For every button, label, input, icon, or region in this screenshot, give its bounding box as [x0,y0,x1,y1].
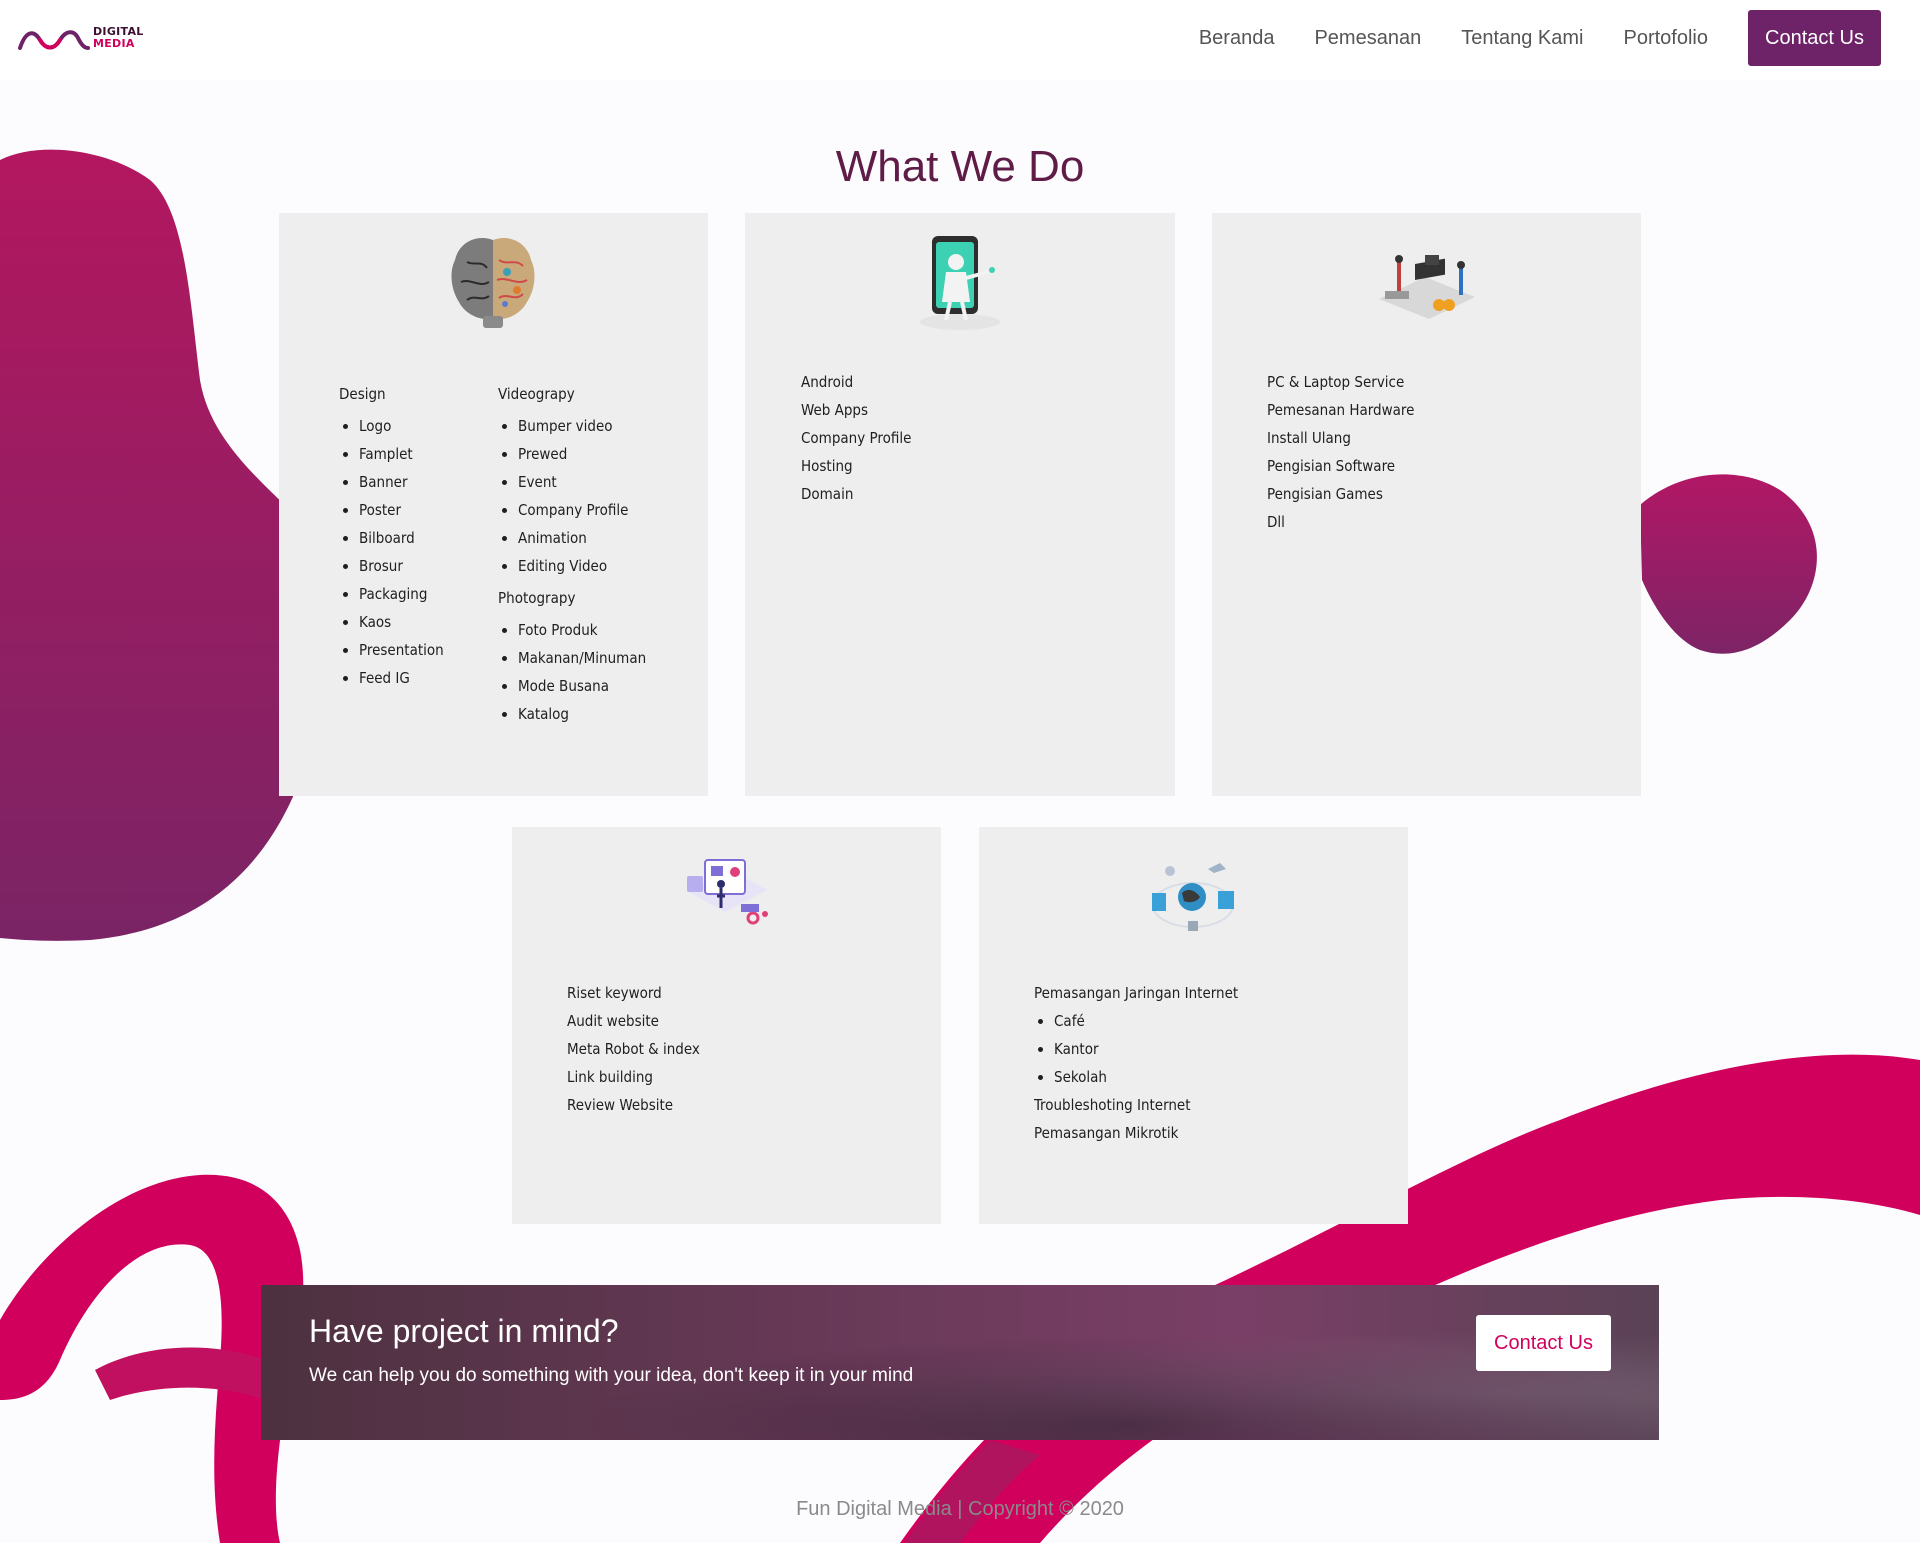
list-item: Review Website [567,1096,674,1114]
list-item: Makanan/Minuman [518,644,646,672]
list-item: Presentation [359,636,444,664]
network-heading: Pemasangan Jaringan Internet [1034,984,1239,1002]
list-item: Logo [359,412,444,440]
right-blob-shape [1640,474,1817,654]
list-item: Troubleshoting Internet [1034,1096,1191,1114]
network-card: Pemasangan Jaringan Internet Café Kantor… [979,827,1408,1224]
list-item: Banner [359,468,444,496]
list-item: Brosur [359,552,444,580]
list-item: Feed IG [359,664,444,692]
nav-beranda-link[interactable]: Beranda [1199,27,1275,50]
list-item: Android [801,373,854,391]
list-item: Foto Produk [518,616,646,644]
list-item: Dll [1267,513,1285,531]
cta-background-photo [261,1285,1659,1440]
list-item: Pengisian Games [1267,485,1383,503]
list-item: Katalog [518,700,646,728]
design-column: Design Logo Famplet Banner Poster Bilboa… [339,380,444,696]
list-item: Riset keyword [567,984,662,1002]
list-item: Kantor [1054,1035,1238,1063]
list-item: Mode Busana [518,672,646,700]
list-item: Domain [801,485,854,503]
list-item: Pengisian Software [1267,457,1396,475]
main-nav: Beranda Pemesanan Tentang Kami Portofoli… [1199,10,1881,66]
list-item: Editing Video [518,552,646,580]
web-list: Android Web Apps Company Profile Hosting… [801,368,911,508]
network-sublist: Café Kantor Sekolah [1034,1007,1238,1091]
list-item: Hosting [801,457,853,475]
list-item: Audit website [567,1012,659,1030]
web-card: Android Web Apps Company Profile Hosting… [745,213,1175,796]
hardware-service-illustration-icon [1379,255,1475,319]
photography-list: Foto Produk Makanan/Minuman Mode Busana … [498,616,646,728]
mobile-robot-illustration-icon [920,236,1000,330]
brain-illustration-icon [451,238,535,328]
list-item: Pemasangan Mikrotik [1034,1124,1179,1142]
list-item: Sekolah [1054,1063,1238,1091]
list-item: Prewed [518,440,646,468]
nav-contact-button[interactable]: Contact Us [1748,10,1881,66]
seo-list: Riset keyword Audit website Meta Robot &… [567,979,700,1119]
list-item: Packaging [359,580,444,608]
seo-card: Riset keyword Audit website Meta Robot &… [512,827,941,1224]
list-item: Company Profile [801,429,912,447]
list-item: Café [1054,1007,1238,1035]
network-list: Pemasangan Jaringan Internet Café Kantor… [1034,979,1238,1147]
cta-contact-button[interactable]: Contact Us [1476,1315,1611,1371]
service-card: PC & Laptop Service Pemesanan Hardware I… [1212,213,1641,796]
list-item: Bilboard [359,524,444,552]
list-item: PC & Laptop Service [1267,373,1405,391]
list-item: Web Apps [801,401,869,419]
nav-pemesanan-link[interactable]: Pemesanan [1314,27,1421,50]
seo-dashboard-illustration-icon [687,859,768,925]
list-item: Meta Robot & index [567,1040,700,1058]
wave-logo-icon [18,30,90,50]
list-item: Event [518,468,646,496]
globe-network-illustration-icon [1152,863,1234,931]
section-title: What We Do [835,142,1085,191]
list-item: Animation [518,524,646,552]
list-item: Link building [567,1068,653,1086]
design-heading: Design [339,385,386,403]
list-item: Bumper video [518,412,646,440]
service-list: PC & Laptop Service Pemesanan Hardware I… [1267,368,1414,536]
brand-logo[interactable]: DIGITAL MEDIA [18,20,143,60]
top-header: DIGITAL MEDIA Beranda Pemesanan Tentang … [0,0,1920,80]
videography-column: Videograpy Bumper video Prewed Event Com… [498,380,646,732]
design-list: Logo Famplet Banner Poster Bilboard Bros… [339,412,444,692]
list-item: Kaos [359,608,444,636]
cta-title: Have project in mind? [309,1313,619,1349]
list-item: Install Ulang [1267,429,1351,447]
list-item: Pemesanan Hardware [1267,401,1415,419]
design-card: Design Logo Famplet Banner Poster Bilboa… [279,213,708,796]
list-item: Famplet [359,440,444,468]
footer-copyright: Fun Digital Media | Copyright © 2020 [796,1498,1124,1520]
list-item: Poster [359,496,444,524]
project-cta-banner: Have project in mind? We can help you do… [261,1285,1659,1440]
brand-text: DIGITAL MEDIA [93,26,144,50]
nav-tentang-kami-link[interactable]: Tentang Kami [1461,27,1583,50]
photography-heading: Photograpy [498,589,576,607]
brand-line2: MEDIA [93,37,135,50]
cta-subtitle: We can help you do something with your i… [309,1365,914,1386]
list-item: Company Profile [518,496,646,524]
videography-heading: Videograpy [498,385,575,403]
videography-list: Bumper video Prewed Event Company Profil… [498,412,646,580]
nav-portofolio-link[interactable]: Portofolio [1624,27,1709,50]
